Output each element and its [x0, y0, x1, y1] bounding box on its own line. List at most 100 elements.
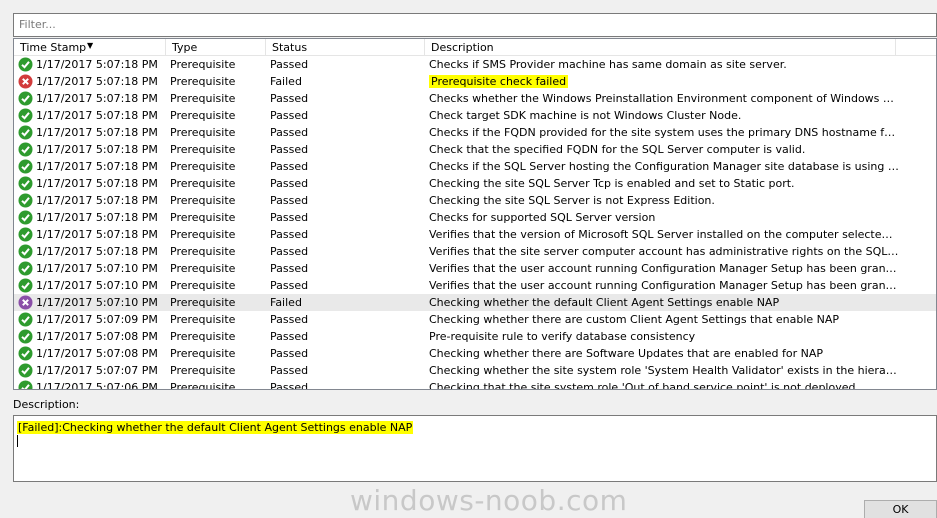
cell-time: 1/17/2017 5:07:07 PM — [36, 364, 158, 377]
cell-type: Prerequisite — [170, 381, 236, 390]
cell-status: Passed — [270, 109, 309, 122]
cell-description-text: Checking the site SQL Server Tcp is enab… — [429, 177, 795, 190]
cell-status: Passed — [270, 347, 309, 360]
cell-status: Passed — [270, 58, 309, 71]
check-passed-icon — [18, 108, 33, 123]
cell-status: Passed — [270, 330, 309, 343]
cell-description-text: Checks if the SQL Server hosting the Con… — [429, 160, 899, 173]
cell-description-text: Checking the site SQL Server is not Expr… — [429, 194, 715, 207]
cell-type: Prerequisite — [170, 279, 236, 292]
cell-description-text: Checking whether there are custom Client… — [429, 313, 840, 326]
cell-description: Checks whether the Windows Preinstallati… — [429, 90, 899, 107]
cell-status: Passed — [270, 160, 309, 173]
cell-type: Prerequisite — [170, 58, 236, 71]
table-row[interactable]: 1/17/2017 5:07:18 PM Prerequisite Passed… — [14, 124, 936, 141]
cell-type: Prerequisite — [170, 245, 236, 258]
cell-type: Prerequisite — [170, 126, 236, 139]
column-header-status[interactable]: Status — [266, 39, 425, 55]
check-passed-icon — [18, 380, 33, 389]
cell-description: Check target SDK machine is not Windows … — [429, 107, 899, 124]
cell-time: 1/17/2017 5:07:18 PM — [36, 211, 158, 224]
cell-status: Passed — [270, 364, 309, 377]
cell-status: Passed — [270, 313, 309, 326]
table-row[interactable]: 1/17/2017 5:07:07 PM Prerequisite Passed… — [14, 362, 936, 379]
description-textbox[interactable]: [Failed]:Checking whether the default Cl… — [13, 415, 937, 482]
cell-description: Checking that the site system role 'Out … — [429, 379, 899, 390]
cell-description: Checks for supported SQL Server version — [429, 209, 899, 226]
cell-description-text: Verifies that the version of Microsoft S… — [429, 228, 899, 241]
table-row[interactable]: 1/17/2017 5:07:18 PM Prerequisite Passed… — [14, 192, 936, 209]
column-header-description[interactable]: Description — [425, 39, 896, 55]
cell-description: Checking whether the default Client Agen… — [429, 294, 899, 311]
cell-time: 1/17/2017 5:07:18 PM — [36, 194, 158, 207]
cell-type: Prerequisite — [170, 160, 236, 173]
cell-time: 1/17/2017 5:07:18 PM — [36, 126, 158, 139]
cell-time: 1/17/2017 5:07:09 PM — [36, 313, 158, 326]
cell-status: Passed — [270, 381, 309, 390]
table-row[interactable]: 1/17/2017 5:07:18 PM Prerequisite Passed… — [14, 107, 936, 124]
cell-description: Checking whether there are custom Client… — [429, 311, 899, 328]
cell-status: Passed — [270, 279, 309, 292]
cell-description-text: Checking whether the default Client Agen… — [429, 296, 780, 309]
cell-status: Failed — [270, 75, 302, 88]
cell-description-text: Checks if SMS Provider machine has same … — [429, 58, 787, 71]
check-passed-icon — [18, 91, 33, 106]
cell-status: Passed — [270, 245, 309, 258]
table-row[interactable]: 1/17/2017 5:07:18 PM Prerequisite Passed… — [14, 226, 936, 243]
table-row[interactable]: 1/17/2017 5:07:18 PM Prerequisite Passed… — [14, 56, 936, 73]
table-row[interactable]: 1/17/2017 5:07:06 PM Prerequisite Passed… — [14, 379, 936, 390]
cell-type: Prerequisite — [170, 177, 236, 190]
cell-time: 1/17/2017 5:07:18 PM — [36, 160, 158, 173]
check-passed-icon — [18, 329, 33, 344]
column-header-time-label: Time Stamp — [20, 41, 87, 54]
cell-description: Verifies that the user account running C… — [429, 277, 899, 294]
cell-type: Prerequisite — [170, 364, 236, 377]
cell-time: 1/17/2017 5:07:18 PM — [36, 109, 158, 122]
cell-description-text: Checking that the site system role 'Out … — [429, 381, 856, 390]
ok-button[interactable]: OK — [864, 500, 937, 518]
cell-description: Checks if the FQDN provided for the site… — [429, 124, 899, 141]
cell-description-text: Checking whether there are Software Upda… — [429, 347, 823, 360]
cell-description-text: Verifies that the user account running C… — [429, 279, 899, 292]
cell-description-text: Verifies that the site server computer a… — [429, 245, 899, 258]
check-passed-icon — [18, 363, 33, 378]
results-grid[interactable]: Time Stamp ▼ Type Status Description 1/1… — [13, 38, 937, 390]
cell-type: Prerequisite — [170, 330, 236, 343]
check-passed-icon — [18, 261, 33, 276]
cell-description-text: Checks if the FQDN provided for the site… — [429, 126, 899, 139]
cell-description: Checking the site SQL Server Tcp is enab… — [429, 175, 899, 192]
table-row[interactable]: 1/17/2017 5:07:18 PM Prerequisite Passed… — [14, 175, 936, 192]
cell-description-text: Checks whether the Windows Preinstallati… — [429, 92, 899, 105]
cell-description-text: Pre-requisite rule to verify database co… — [429, 330, 696, 343]
cell-description: Verifies that the user account running C… — [429, 260, 899, 277]
table-row[interactable]: 1/17/2017 5:07:08 PM Prerequisite Passed… — [14, 345, 936, 362]
cell-type: Prerequisite — [170, 347, 236, 360]
cell-time: 1/17/2017 5:07:08 PM — [36, 330, 158, 343]
table-row[interactable]: 1/17/2017 5:07:10 PM Prerequisite Passed… — [14, 260, 936, 277]
cell-time: 1/17/2017 5:07:18 PM — [36, 228, 158, 241]
table-row[interactable]: 1/17/2017 5:07:18 PM Prerequisite Passed… — [14, 90, 936, 107]
cell-status: Passed — [270, 177, 309, 190]
cell-status: Passed — [270, 143, 309, 156]
table-row[interactable]: 1/17/2017 5:07:18 PM Prerequisite Passed… — [14, 209, 936, 226]
cell-status: Passed — [270, 228, 309, 241]
table-row[interactable]: 1/17/2017 5:07:18 PM Prerequisite Failed… — [14, 73, 936, 90]
cell-description-text: Prerequisite check failed — [429, 75, 569, 88]
column-header-type[interactable]: Type — [166, 39, 266, 55]
cell-description: Checking the site SQL Server is not Expr… — [429, 192, 899, 209]
filter-input[interactable]: Filter... — [13, 13, 937, 37]
cell-description-text: Checks for supported SQL Server version — [429, 211, 656, 224]
cell-time: 1/17/2017 5:07:18 PM — [36, 75, 158, 88]
cell-type: Prerequisite — [170, 228, 236, 241]
table-row[interactable]: 1/17/2017 5:07:18 PM Prerequisite Passed… — [14, 141, 936, 158]
table-row[interactable]: 1/17/2017 5:07:08 PM Prerequisite Passed… — [14, 328, 936, 345]
column-header-time[interactable]: Time Stamp ▼ — [14, 39, 166, 55]
table-row[interactable]: 1/17/2017 5:07:18 PM Prerequisite Passed… — [14, 243, 936, 260]
table-row[interactable]: 1/17/2017 5:07:18 PM Prerequisite Passed… — [14, 158, 936, 175]
cell-type: Prerequisite — [170, 262, 236, 275]
cell-type: Prerequisite — [170, 143, 236, 156]
table-row[interactable]: 1/17/2017 5:07:10 PM Prerequisite Failed… — [14, 294, 936, 311]
cell-type: Prerequisite — [170, 211, 236, 224]
table-row[interactable]: 1/17/2017 5:07:10 PM Prerequisite Passed… — [14, 277, 936, 294]
table-row[interactable]: 1/17/2017 5:07:09 PM Prerequisite Passed… — [14, 311, 936, 328]
